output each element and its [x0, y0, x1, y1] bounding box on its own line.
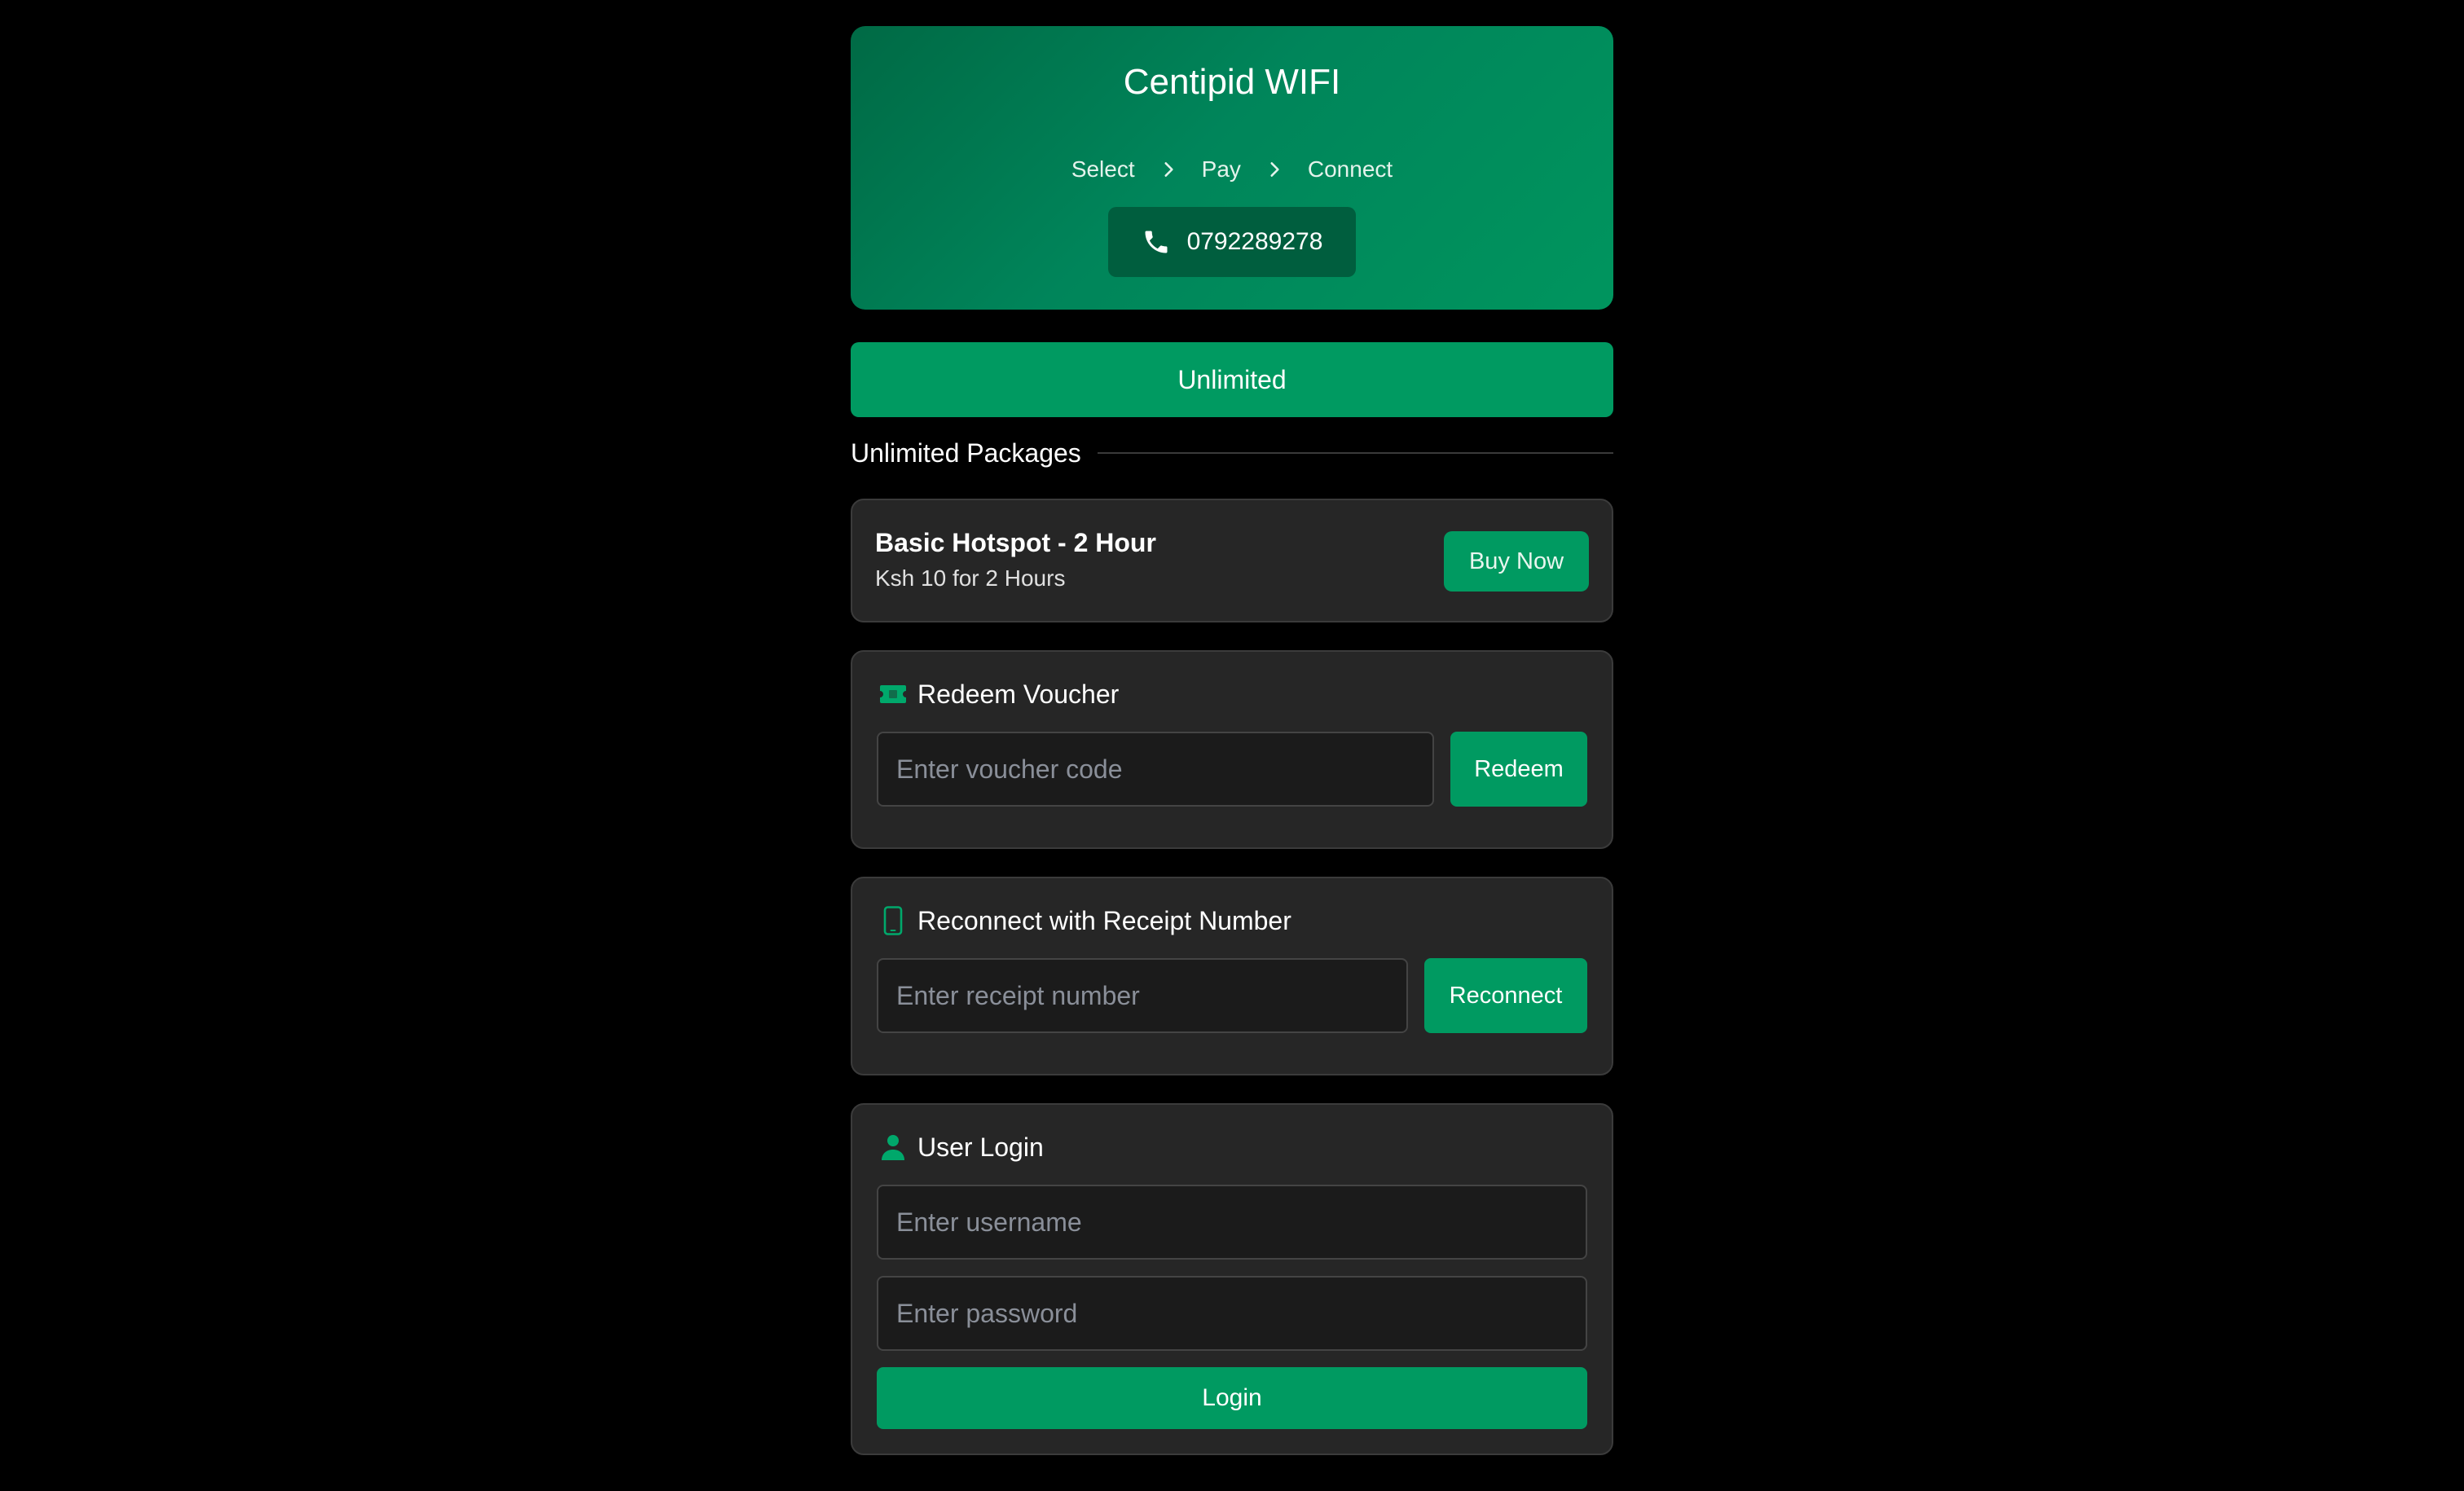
phone-icon — [1145, 231, 1168, 253]
receipt-number-input[interactable] — [877, 958, 1408, 1033]
login-button[interactable]: Login — [877, 1367, 1587, 1429]
ticket-icon — [877, 678, 909, 710]
user-icon — [877, 1131, 909, 1163]
package-name: Basic Hotspot - 2 Hour — [875, 528, 1156, 557]
section-header: Unlimited Packages — [851, 437, 1613, 469]
step-connect: Connect — [1307, 156, 1393, 182]
redeem-voucher-card: Redeem Voucher Redeem — [851, 650, 1613, 849]
buy-now-button[interactable]: Buy Now — [1444, 531, 1589, 592]
call-phone-button[interactable]: 0792289278 — [1108, 207, 1356, 277]
divider — [1097, 452, 1613, 454]
package-card: Basic Hotspot - 2 Hour Ksh 10 for 2 Hour… — [851, 499, 1613, 622]
user-login-card: User Login Login — [851, 1103, 1613, 1455]
voucher-code-input[interactable] — [877, 732, 1434, 807]
voucher-row: Redeem — [877, 732, 1587, 807]
portal-column: Centipid WIFI Select Pay Connect 0792289… — [851, 26, 1613, 1455]
reconnect-button[interactable]: Reconnect — [1424, 958, 1587, 1033]
username-row — [877, 1185, 1587, 1260]
receipt-row: Reconnect — [877, 958, 1587, 1033]
card-header: User Login — [877, 1129, 1587, 1165]
card-header: Redeem Voucher — [877, 676, 1587, 712]
section-title: Unlimited Packages — [851, 438, 1081, 468]
mobile-phone-icon — [877, 904, 909, 937]
page-title: Centipid WIFI — [1123, 62, 1341, 102]
header-banner: Centipid WIFI Select Pay Connect 0792289… — [851, 26, 1613, 310]
username-input[interactable] — [877, 1185, 1587, 1260]
reconnect-card: Reconnect with Receipt Number Reconnect — [851, 877, 1613, 1075]
package-description: Ksh 10 for 2 Hours — [875, 565, 1066, 591]
tab-unlimited[interactable]: Unlimited — [851, 342, 1613, 417]
password-input[interactable] — [877, 1276, 1587, 1351]
step-breadcrumb: Select Pay Connect — [851, 156, 1613, 183]
step-pay: Pay — [1201, 156, 1241, 182]
password-row — [877, 1276, 1587, 1351]
card-title: User Login — [917, 1132, 1044, 1162]
phone-number: 0792289278 — [1186, 228, 1323, 255]
redeem-button[interactable]: Redeem — [1450, 732, 1587, 807]
card-title: Redeem Voucher — [917, 679, 1120, 709]
card-title: Reconnect with Receipt Number — [917, 905, 1291, 935]
card-header: Reconnect with Receipt Number — [877, 903, 1587, 939]
chevron-right-icon — [1264, 159, 1285, 180]
chevron-right-icon — [1158, 159, 1179, 180]
step-select: Select — [1071, 156, 1135, 182]
